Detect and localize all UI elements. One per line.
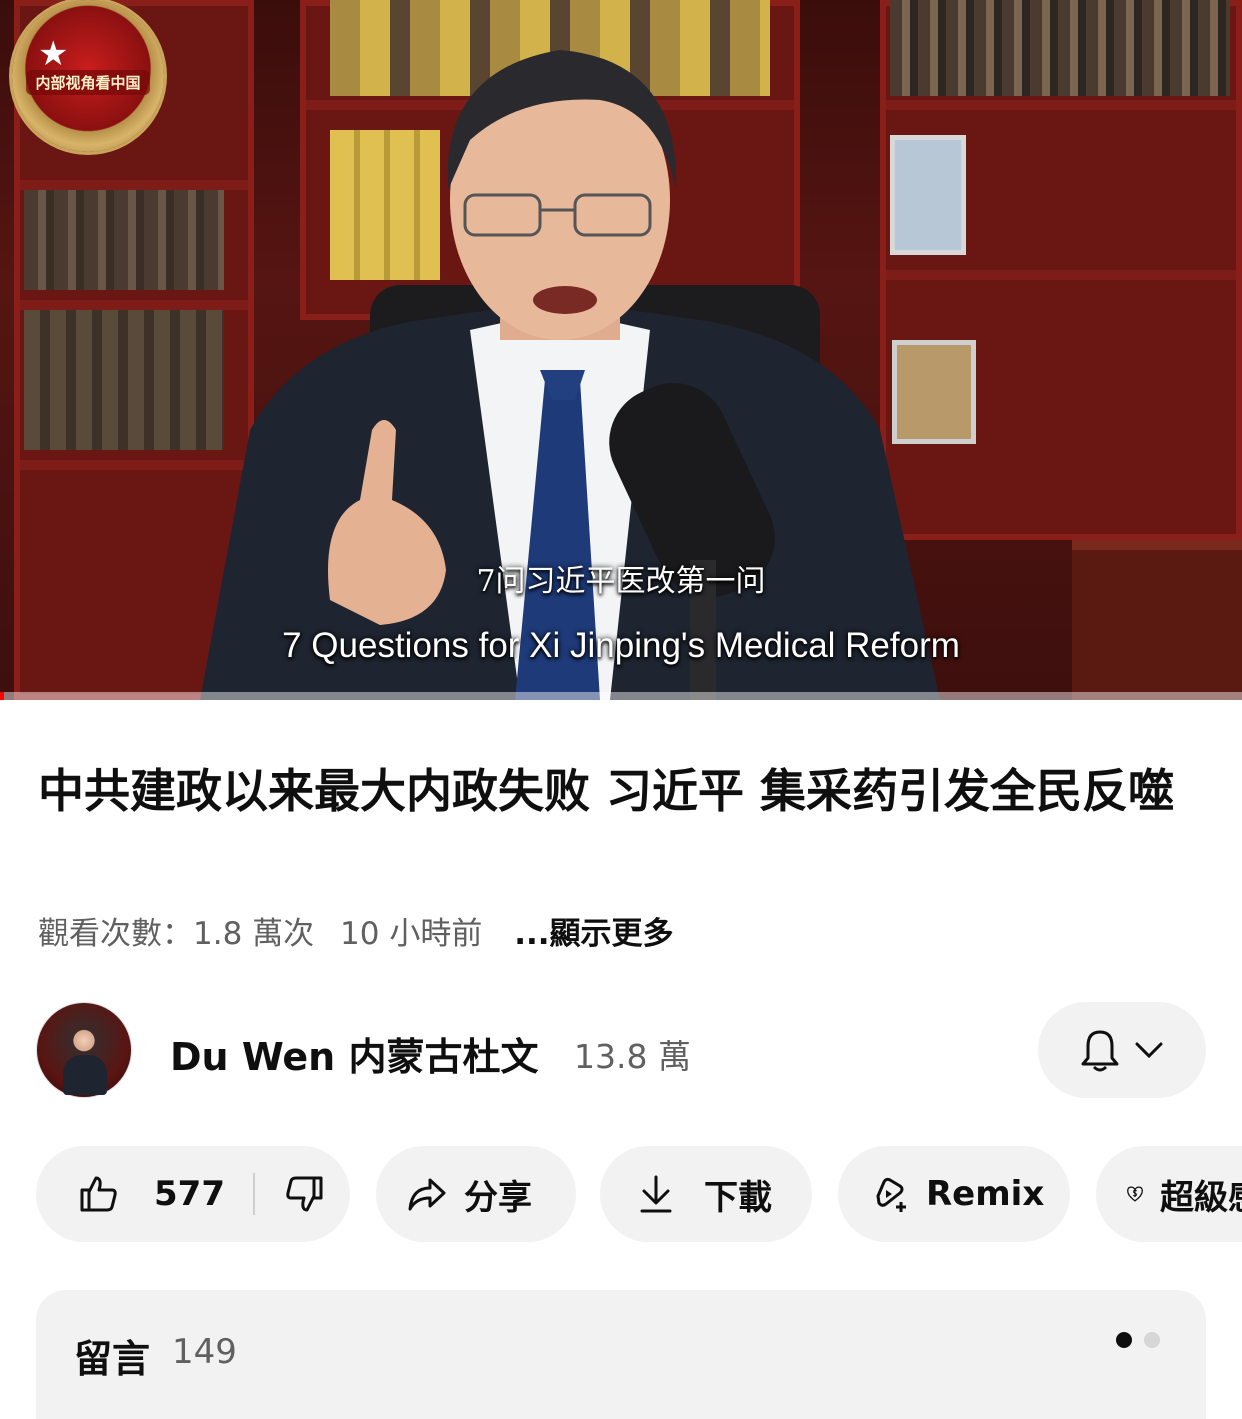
bell-icon — [1081, 1030, 1119, 1072]
subscriber-count: 13.8 萬 — [574, 1037, 691, 1076]
share-icon — [408, 1178, 446, 1211]
star-icon: ★ — [38, 34, 69, 74]
share-button[interactable]: 分享 — [376, 1146, 576, 1242]
video-metadata[interactable]: 觀看次數：1.8 萬次 10 小時前 ...顯示更多 — [38, 908, 690, 953]
upload-age: 10 小時前 — [340, 916, 483, 952]
download-button[interactable]: 下載 — [600, 1146, 812, 1242]
download-label: 下載 — [704, 1177, 772, 1218]
chevron-down-icon — [1135, 1042, 1163, 1059]
comments-card[interactable]: 留言 149 — [36, 1290, 1206, 1419]
thumbs-down-icon[interactable] — [283, 1174, 325, 1214]
action-bar: 577 分享 下載 Remix 超級感謝 — [36, 1146, 1242, 1242]
super-thanks-label: 超級感謝 — [1160, 1177, 1242, 1218]
like-divider — [252, 1173, 255, 1215]
remix-label: Remix — [926, 1174, 1045, 1214]
video-title[interactable]: 中共建政以来最大内政失败 习近平 集采药引发全民反噬 — [38, 760, 1208, 822]
channel-logo-watermark: ★ 内部视角看中国 — [12, 0, 164, 152]
video-progress-fill — [0, 692, 4, 700]
video-player[interactable]: ★ 内部视角看中国 7问习近平医改第一问 7 Questions for Xi … — [0, 0, 1242, 700]
super-thanks-button[interactable]: 超級感謝 — [1096, 1146, 1242, 1242]
like-count[interactable]: 577 — [154, 1174, 225, 1214]
page-dot-active — [1116, 1332, 1132, 1348]
view-count: 觀看次數：1.8 萬次 — [38, 916, 315, 952]
channel-row: Du Wen 内蒙古杜文 13.8 萬 — [36, 1002, 1206, 1098]
logo-text: 内部视角看中国 — [26, 70, 150, 95]
channel-avatar[interactable] — [36, 1002, 132, 1098]
subtitle-english: 7 Questions for Xi Jinping's Medical Ref… — [282, 626, 960, 665]
carousel-page-indicator — [1116, 1332, 1160, 1348]
video-progress-bar[interactable] — [0, 692, 1242, 700]
remix-icon — [876, 1177, 906, 1212]
comments-title: 留言 — [74, 1337, 151, 1381]
show-more-link[interactable]: ...顯示更多 — [514, 916, 673, 952]
subtitle-chinese: 7问习近平医改第一问 — [476, 564, 766, 599]
comments-count: 149 — [172, 1332, 237, 1372]
channel-name[interactable]: Du Wen 内蒙古杜文 — [170, 1026, 538, 1081]
thumbs-up-icon[interactable] — [78, 1174, 120, 1214]
share-label: 分享 — [464, 1177, 532, 1218]
page-dot — [1144, 1332, 1160, 1348]
like-dislike-pill: 577 — [36, 1146, 350, 1242]
heart-dollar-icon — [1127, 1186, 1143, 1202]
notification-settings-button[interactable] — [1038, 1002, 1206, 1098]
remix-button[interactable]: Remix — [838, 1146, 1070, 1242]
avatar-figure — [63, 1055, 107, 1095]
download-icon — [640, 1175, 672, 1213]
